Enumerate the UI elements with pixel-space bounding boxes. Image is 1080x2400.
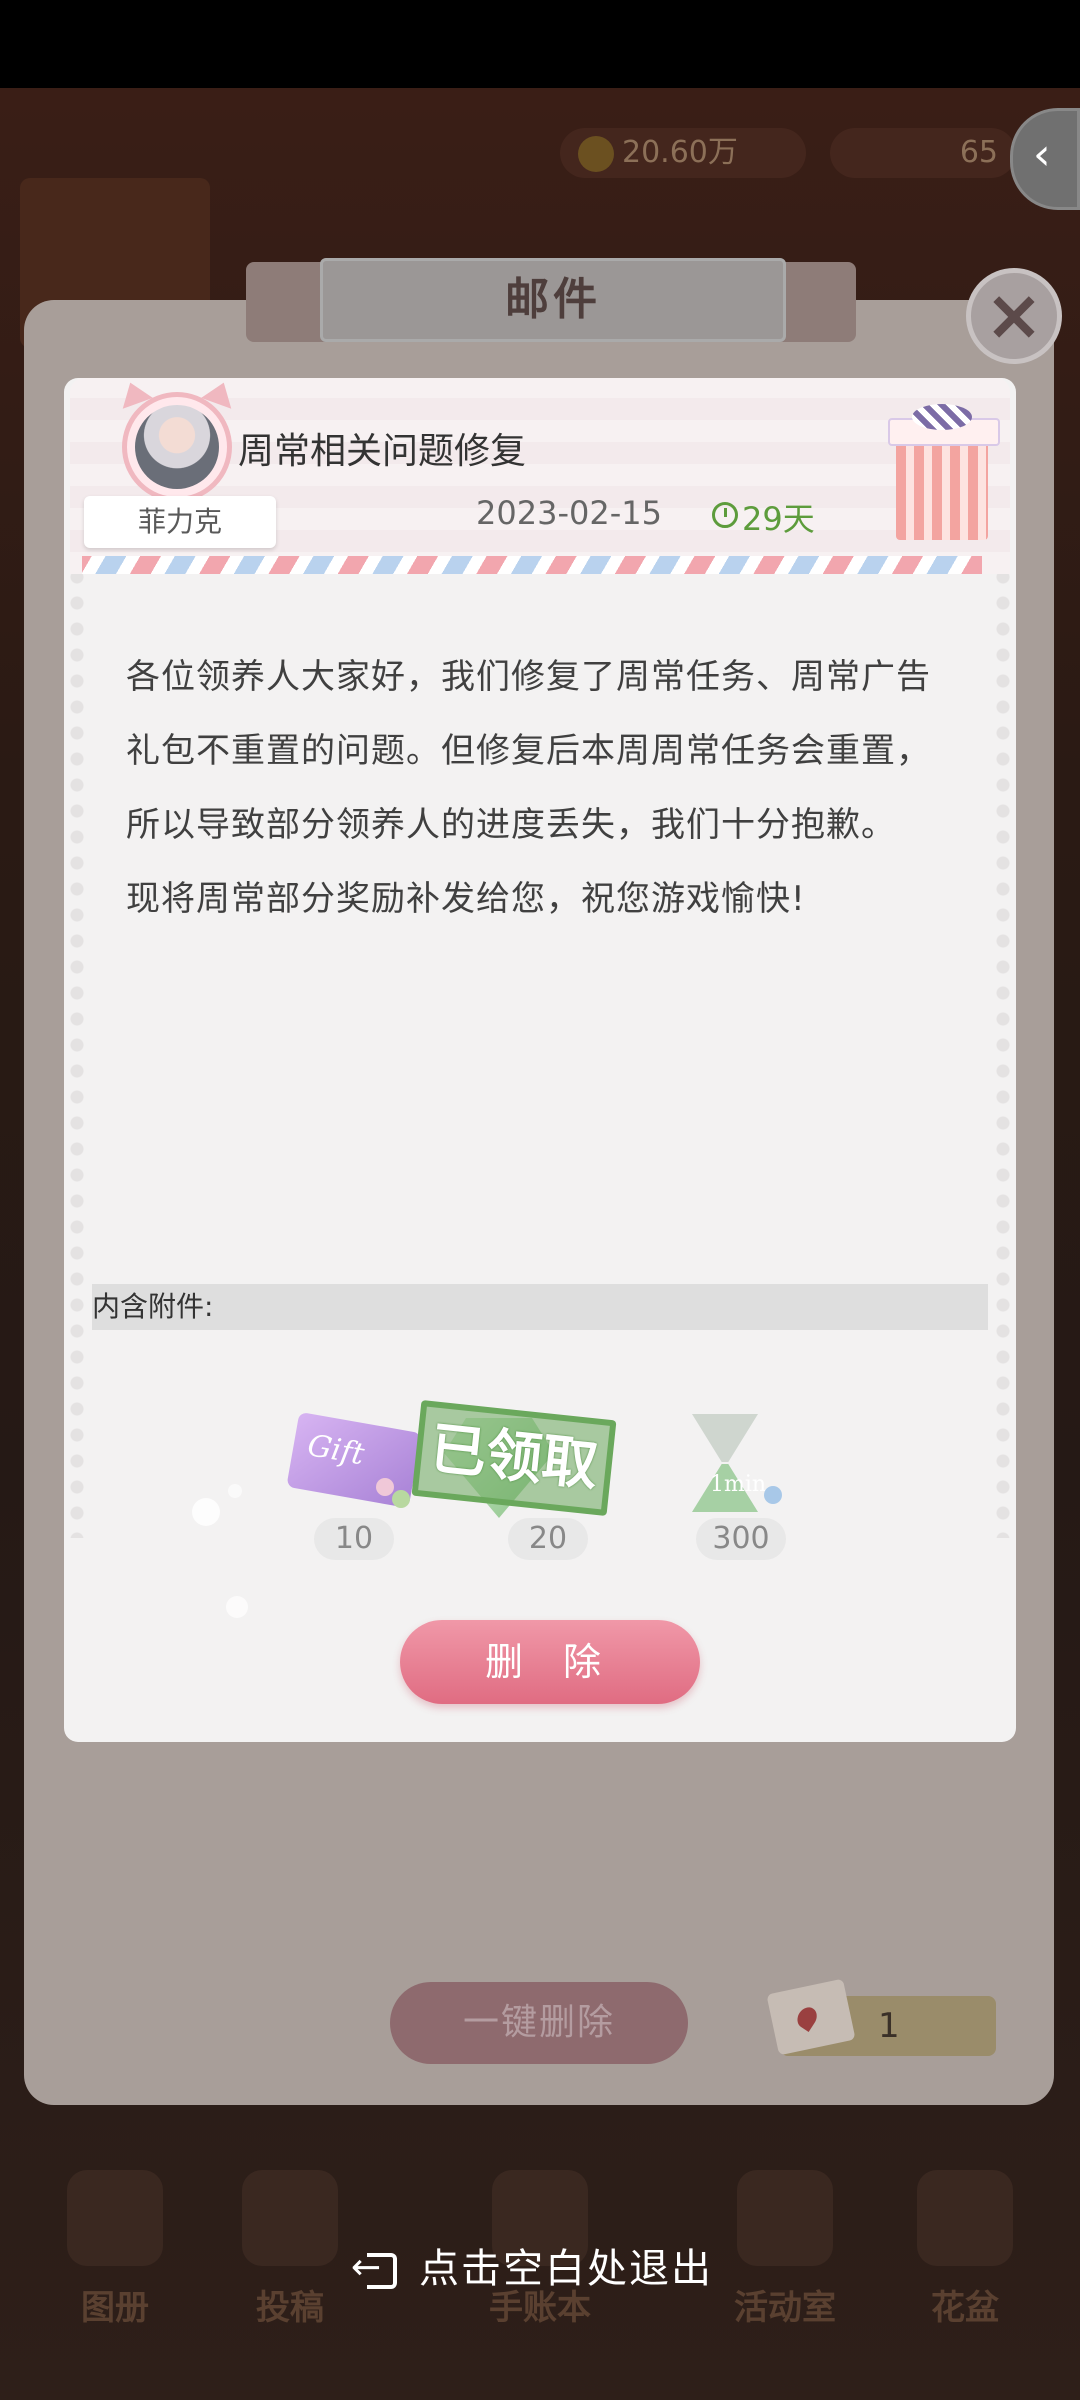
lace-border-left: [66, 538, 88, 1538]
attachments-label: 内含附件:: [92, 1290, 214, 1323]
mail-subject: 周常相关问题修复: [238, 431, 527, 472]
exit-hint[interactable]: 点击空白处退出: [0, 2236, 1080, 2294]
status-bar: [0, 0, 1080, 88]
gift-box-bow: [912, 404, 972, 430]
coin-icon: [578, 135, 614, 172]
mail-window-title: 邮件: [320, 258, 786, 342]
attachments-header: 内含附件:: [92, 1284, 988, 1330]
airmail-stripe: [82, 556, 982, 574]
mail-date: 2023-02-15: [476, 494, 662, 532]
close-icon: ×: [984, 274, 1044, 356]
gem-decoration: [764, 1486, 782, 1504]
flower-decoration: [376, 1478, 394, 1496]
sparkle-decoration: [228, 1484, 242, 1498]
nav-flowerpot-label: 花盆: [931, 2288, 999, 2328]
nav-album-label: 图册: [81, 2288, 149, 2328]
close-button[interactable]: ×: [966, 268, 1062, 364]
exit-hint-text: 点击空白处退出: [419, 2246, 713, 2292]
hourglass-top: [692, 1414, 758, 1462]
gift-ticket-text: Gift: [304, 1428, 367, 1473]
sparkle-decoration: [192, 1498, 220, 1526]
claimed-stamp-text: 已领取: [427, 1415, 602, 1499]
gift-box-icon: [862, 404, 1016, 574]
gem-amount: 65: [959, 135, 998, 170]
sender-avatar: [122, 392, 232, 502]
gift-box-body: [896, 430, 988, 540]
delete-mail-label: 删 除: [484, 1640, 616, 1684]
attachment-count: 10: [314, 1518, 394, 1560]
attachment-count: 20: [508, 1518, 588, 1560]
exit-icon: [351, 2247, 397, 2289]
chevron-left-icon: ‹: [1033, 129, 1051, 180]
batch-delete-button[interactable]: 一键删除: [390, 1982, 688, 2064]
delete-mail-button[interactable]: 删 除: [400, 1620, 700, 1704]
sender-name: 菲力克: [137, 505, 222, 538]
clock-icon: [712, 502, 738, 528]
hourglass-label: 1min: [710, 1472, 767, 1497]
mail-body-paragraph: 现将周常部分奖励补发给您，祝您游戏愉快!: [126, 879, 806, 919]
mail-window-title-text: 邮件: [505, 274, 601, 325]
lace-border-right: [992, 538, 1014, 1538]
nav-journal-label: 手账本: [489, 2288, 591, 2328]
coin-amount: 20.60万: [622, 135, 738, 170]
coin-counter: 20.60万: [560, 128, 806, 178]
mail-body-paragraph: 各位领养人大家好，我们修复了周常任务、周常广告礼包不重置的问题。但修复后本周周常…: [126, 657, 931, 845]
avatar-portrait: [135, 405, 219, 489]
mail-expiry: 29天: [742, 500, 815, 538]
flower-decoration: [392, 1490, 410, 1508]
attachment-count: 300: [696, 1518, 786, 1560]
nav-activity-label: 活动室: [734, 2288, 836, 2328]
batch-delete-label: 一键删除: [462, 2002, 615, 2043]
sender-tag: 菲力克: [84, 496, 276, 548]
mail-count: 1: [878, 2006, 900, 2046]
claimed-stamp: 已领取: [411, 1400, 617, 1516]
mail-header: 菲力克 周常相关问题修复 2023-02-15 29天: [70, 378, 1010, 574]
sparkle-decoration: [226, 1596, 248, 1618]
mail-letter: 菲力克 周常相关问题修复 2023-02-15 29天 各位领养人大家好，我们修…: [64, 378, 1016, 1742]
hourglass-icon: 1min: [682, 1408, 768, 1518]
gem-counter: 65: [830, 128, 1016, 178]
mail-body: 各位领养人大家好，我们修复了周常任务、周常广告礼包不重置的问题。但修复后本周周常…: [126, 640, 956, 936]
nav-submit-label: 投稿: [256, 2288, 324, 2328]
